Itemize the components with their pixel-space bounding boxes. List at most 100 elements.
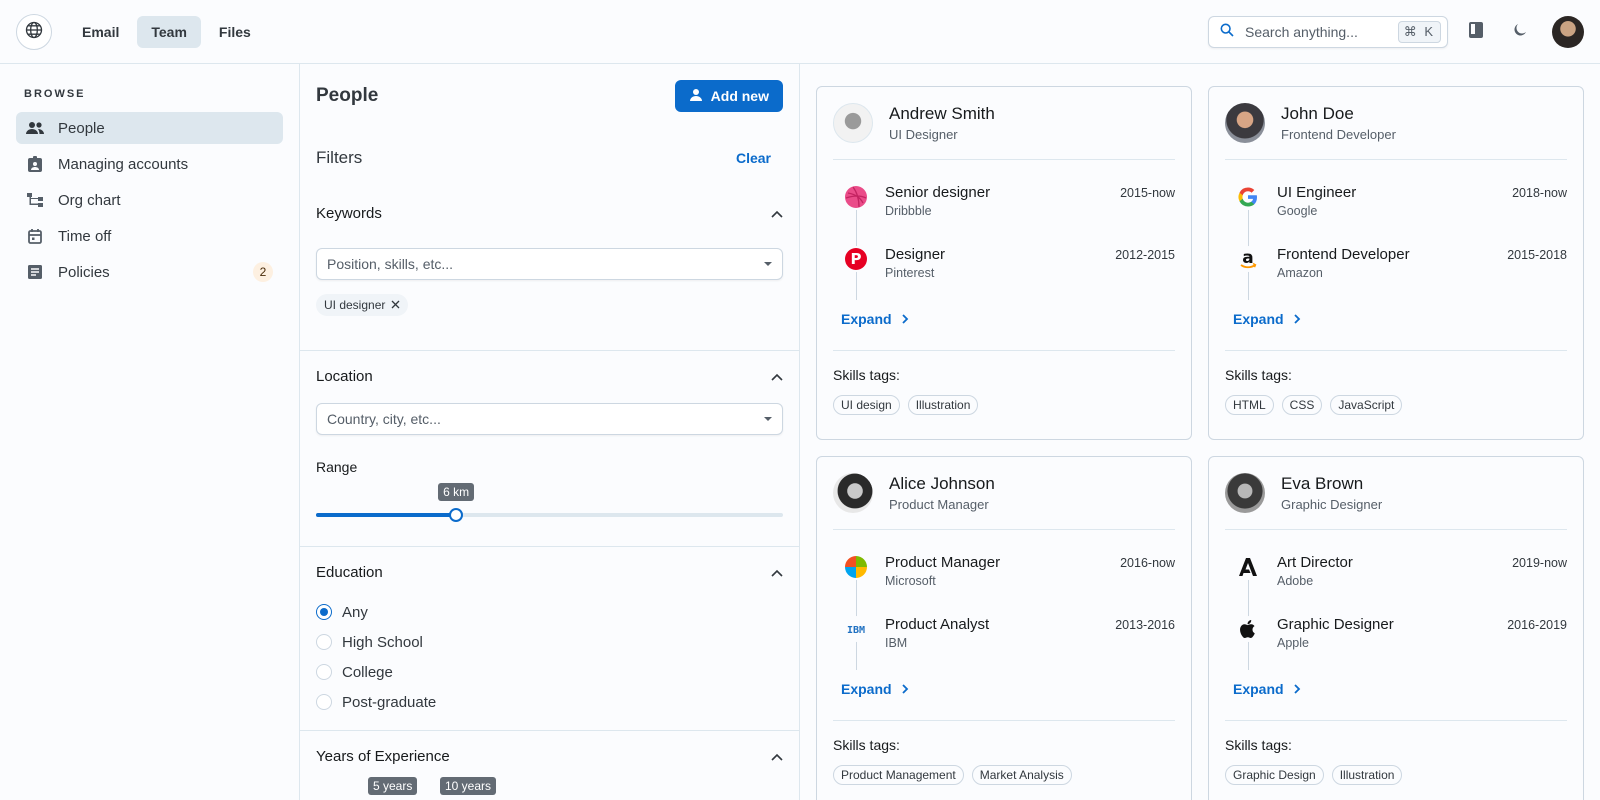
skill-tag[interactable]: Product Management [833, 765, 964, 785]
sidebar-item-managing-accounts[interactable]: Managing accounts [16, 148, 283, 180]
card-header: Eva Brown Graphic Designer [1225, 473, 1567, 530]
shortcut-hint: ⌘ K [1397, 20, 1441, 43]
keywords-select[interactable]: Position, skills, etc... [316, 248, 783, 280]
skill-tag[interactable]: UI design [833, 395, 900, 415]
job-years: 2018-now [1512, 186, 1567, 200]
radio-option-college[interactable]: College [316, 657, 783, 687]
person-card: Andrew Smith UI Designer Senior designer… [816, 86, 1192, 440]
search-input[interactable]: Search anything... ⌘ K [1208, 15, 1448, 48]
range-slider[interactable]: 6 km [316, 483, 783, 523]
job-years: 2013-2016 [1115, 618, 1175, 632]
slider-thumb[interactable] [449, 508, 464, 522]
person-role: Graphic Designer [1281, 497, 1383, 512]
card-header: John Doe Frontend Developer [1225, 103, 1567, 160]
badge-icon [26, 155, 44, 173]
experience-header[interactable]: Years of Experience [316, 731, 783, 781]
job-item: Senior designer Dribbble 2015-now [833, 172, 1175, 234]
add-new-button[interactable]: Add new [674, 80, 783, 112]
apple-icon [1235, 616, 1261, 642]
person-role: Frontend Developer [1281, 127, 1396, 142]
skill-tags: Graphic Design Illustration [1225, 765, 1567, 785]
tab-email[interactable]: Email [68, 16, 133, 48]
skills-label: Skills tags: [1225, 367, 1292, 383]
chevron-up-icon [771, 205, 783, 222]
radio-button[interactable] [316, 664, 332, 680]
radio-button[interactable] [316, 694, 332, 710]
expand-button[interactable]: Expand [833, 670, 1175, 708]
amazon-icon: a [1235, 246, 1261, 272]
keywords-header[interactable]: Keywords [316, 188, 783, 238]
experience-slider[interactable]: 5 years 10 years [316, 777, 783, 800]
skill-tag[interactable]: JavaScript [1330, 395, 1403, 415]
org-chart-icon [26, 191, 44, 209]
sidebar-item-label: Org chart [58, 191, 121, 209]
people-header: People Add new [300, 64, 799, 128]
experience-section: Years of Experience 5 years 10 years [300, 731, 799, 800]
theme-toggle[interactable] [1504, 16, 1536, 48]
location-header[interactable]: Location [316, 351, 783, 401]
skills-section: Skills tags: Product Management Market A… [833, 720, 1175, 785]
skills-label: Skills tags: [833, 367, 900, 383]
header-actions: Search anything... ⌘ K [1208, 15, 1584, 48]
education-header[interactable]: Education [316, 547, 783, 597]
skill-tag[interactable]: HTML [1225, 395, 1274, 415]
sidebar-item-label: Time off [58, 227, 112, 245]
skill-tags: UI design Illustration [833, 395, 1175, 415]
expand-button[interactable]: Expand [1225, 300, 1567, 338]
sidebar-item-policies[interactable]: Policies 2 [16, 256, 283, 288]
job-title: Frontend Developer [1277, 246, 1410, 263]
location-section: Location Country, city, etc... Range 6 k… [300, 351, 799, 547]
sidebar-item-label: People [58, 119, 105, 137]
job-company: Adobe [1277, 574, 1314, 588]
expand-label: Expand [841, 311, 892, 327]
radio-label: Any [342, 603, 368, 621]
keyword-chips: UI designer [316, 294, 783, 316]
globe-button[interactable] [16, 13, 52, 50]
expand-button[interactable]: Expand [833, 300, 1175, 338]
education-title: Education [316, 563, 383, 581]
job-company: Amazon [1277, 266, 1323, 280]
job-title: UI Engineer [1277, 184, 1357, 201]
close-icon[interactable] [391, 298, 400, 312]
sidebar-section-label: BROWSE [24, 88, 86, 100]
person-role: UI Designer [889, 127, 958, 142]
expand-button[interactable]: Expand [1225, 670, 1567, 708]
job-item: Graphic Designer Apple 2016-2019 [1225, 604, 1567, 666]
user-avatar[interactable] [1552, 15, 1584, 48]
docs-button[interactable] [1460, 16, 1492, 48]
radio-option-post-graduate[interactable]: Post-graduate [316, 687, 783, 717]
job-title: Product Analyst [885, 616, 990, 633]
skill-tag[interactable]: CSS [1281, 395, 1323, 415]
clear-filters-button[interactable]: Clear [724, 150, 783, 166]
skill-tag[interactable]: Graphic Design [1225, 765, 1324, 785]
sidebar-item-time-off[interactable]: Time off [16, 220, 283, 252]
location-select[interactable]: Country, city, etc... [316, 403, 783, 435]
tab-team[interactable]: Team [137, 15, 201, 48]
skill-tag[interactable]: Illustration [1331, 765, 1403, 785]
radio-button[interactable] [316, 604, 332, 620]
keywords-title: Keywords [316, 204, 382, 222]
radio-option-high-school[interactable]: High School [316, 627, 783, 657]
keywords-placeholder: Position, skills, etc... [327, 256, 454, 272]
sidebar-item-people[interactable]: People [16, 112, 283, 144]
skill-tag[interactable]: Market Analysis [971, 765, 1072, 785]
radio-option-any[interactable]: Any [316, 597, 783, 627]
job-history: Art Director Adobe 2019-now Graphic Desi… [1225, 530, 1567, 670]
sidebar-item-label: Policies [58, 263, 110, 281]
book-icon [1468, 21, 1484, 42]
sidebar-item-org-chart[interactable]: Org chart [16, 184, 283, 216]
globe-icon [24, 20, 44, 43]
skill-tag[interactable]: Illustration [907, 395, 979, 415]
expand-label: Expand [841, 681, 892, 697]
skills-section: Skills tags: UI design Illustration [833, 350, 1175, 415]
skills-section: Skills tags: Graphic Design Illustration [1225, 720, 1567, 785]
job-company: Apple [1277, 636, 1309, 650]
job-title: Designer [885, 246, 946, 263]
job-title: Product Manager [885, 554, 1001, 571]
radio-button[interactable] [316, 634, 332, 650]
sidebar: BROWSE People Managing accounts Org char… [0, 64, 300, 800]
tab-files[interactable]: Files [205, 16, 265, 48]
job-item: a Frontend Developer Amazon 2015-2018 [1225, 234, 1567, 296]
job-item: UI Engineer Google 2018-now [1225, 172, 1567, 234]
job-item: Product Manager Microsoft 2016-now [833, 542, 1175, 604]
